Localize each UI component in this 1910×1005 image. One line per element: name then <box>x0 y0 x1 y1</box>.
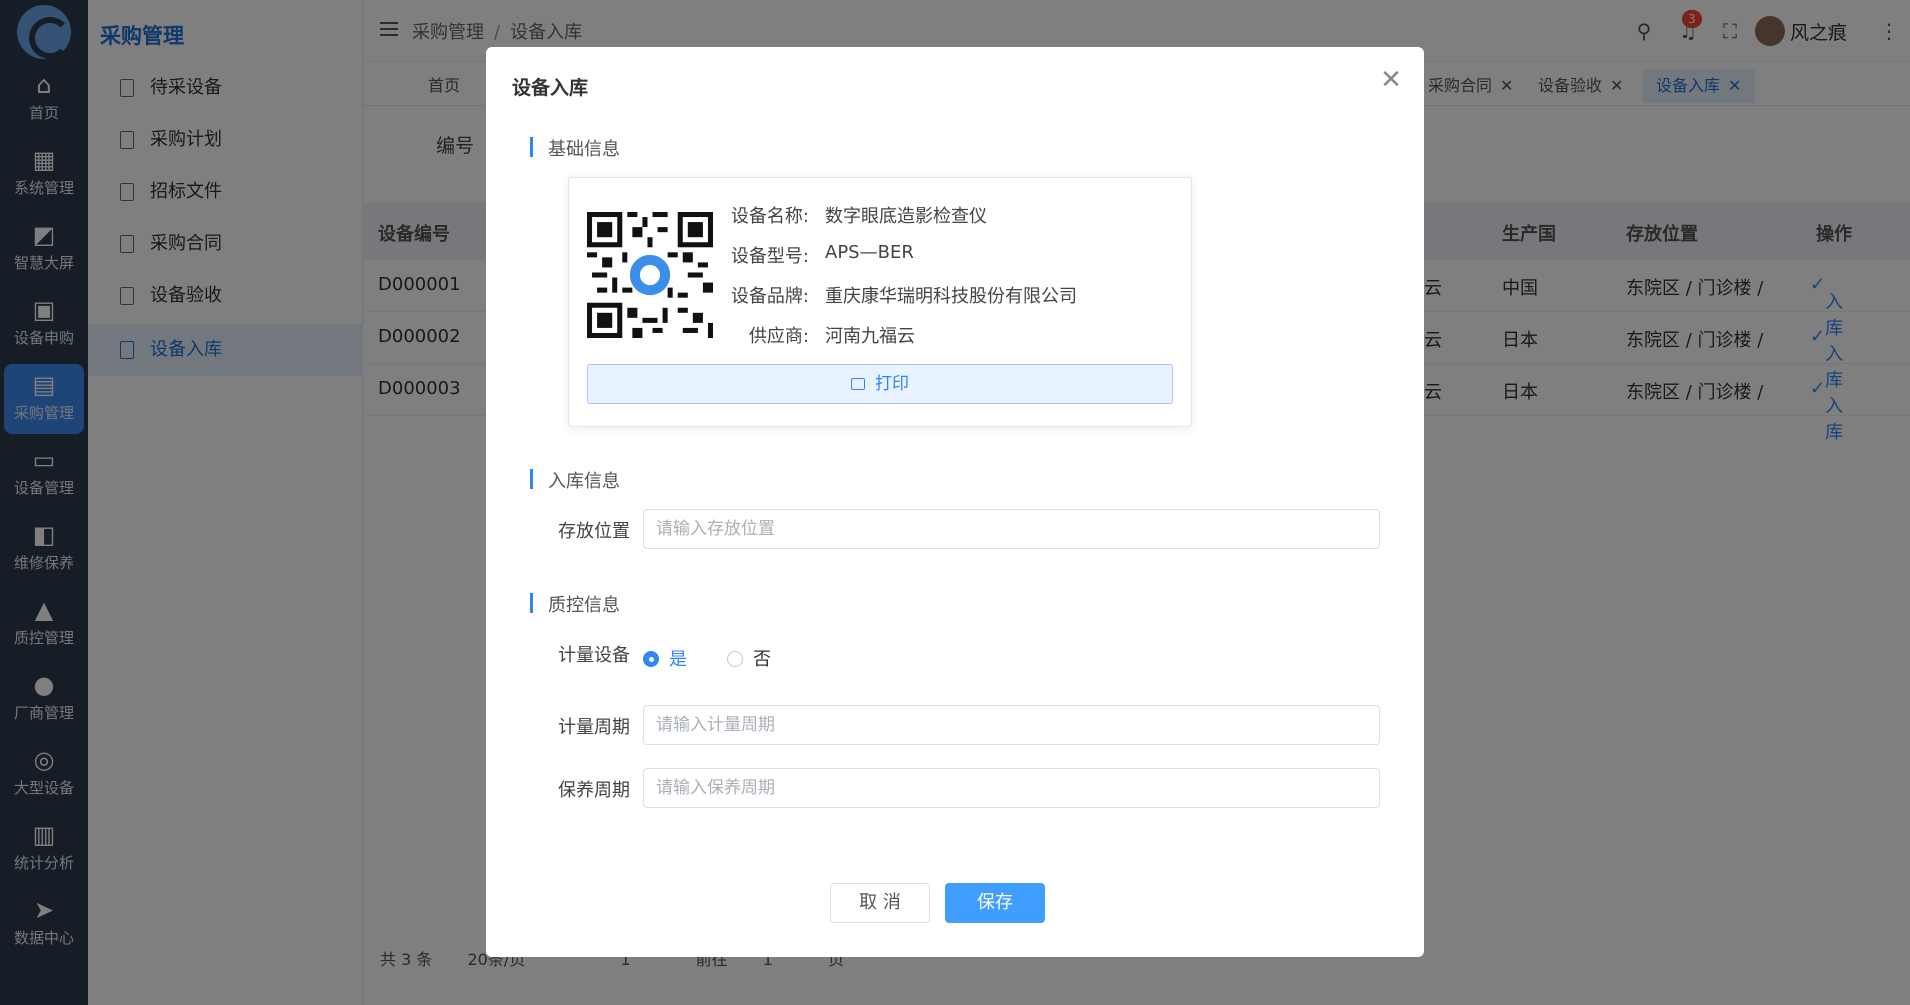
supplier-label: 供应商: <box>748 326 809 347</box>
supplier: 河南九福云 <box>825 326 915 347</box>
section-basic-info: 基础信息 <box>530 135 620 161</box>
save-button[interactable]: 保存 <box>945 883 1045 923</box>
device-name: 数字眼底造影检查仪 <box>825 206 987 227</box>
metering-yes-radio[interactable]: 是 <box>643 645 687 671</box>
device-brand-label: 设备品牌: <box>730 286 809 307</box>
cycle-label: 计量周期 <box>558 717 630 738</box>
device-name-label: 设备名称: <box>730 206 809 227</box>
qr-code-icon <box>587 212 713 338</box>
print-button[interactable]: 打印 <box>587 364 1173 404</box>
radio-label: 否 <box>753 649 771 670</box>
metering-no-radio[interactable]: 否 <box>727 645 771 671</box>
device-model-label: 设备型号: <box>730 246 809 267</box>
maintain-label: 保养周期 <box>558 780 630 801</box>
printer-icon <box>851 378 865 390</box>
cancel-button[interactable]: 取 消 <box>830 883 930 923</box>
maintain-input[interactable] <box>643 768 1380 808</box>
device-card: 设备名称: 数字眼底造影检查仪 设备型号: APS—BER 设备品牌: 重庆康华… <box>568 177 1192 427</box>
radio-label: 是 <box>669 649 687 670</box>
close-icon[interactable]: ✕ <box>1380 67 1402 93</box>
dialog-title: 设备入库 <box>512 77 589 99</box>
device-brand: 重庆康华瑞明科技股份有限公司 <box>825 286 1077 307</box>
radio-checked-icon <box>643 651 659 667</box>
radio-unchecked-icon <box>727 651 743 667</box>
device-model: APS—BER <box>825 242 914 263</box>
location-label: 存放位置 <box>558 521 630 542</box>
cycle-input[interactable] <box>643 705 1380 745</box>
print-label: 打印 <box>875 374 909 394</box>
section-storage-info: 入库信息 <box>530 467 620 493</box>
warehousing-dialog: 设备入库 ✕ 基础信息 设备名称: 数字眼底造影检查仪 设备型号: APS—BE… <box>486 47 1424 957</box>
section-qc-info: 质控信息 <box>530 591 620 617</box>
location-input[interactable] <box>643 509 1380 549</box>
metering-label: 计量设备 <box>558 645 630 666</box>
